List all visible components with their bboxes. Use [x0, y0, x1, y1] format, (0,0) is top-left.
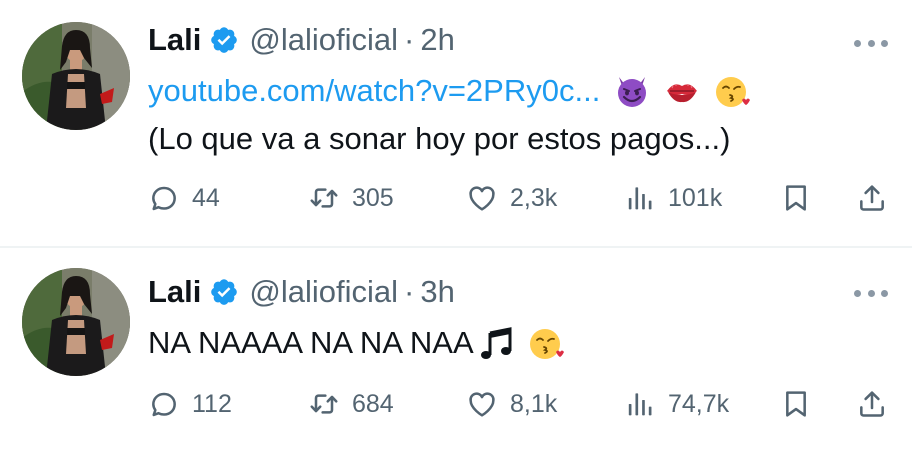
repost-icon: [308, 388, 340, 420]
heart-icon: [466, 388, 498, 420]
share-button[interactable]: [856, 178, 888, 218]
bookmark-icon: [780, 182, 812, 214]
author-handle[interactable]: @lalioficial: [249, 22, 398, 58]
view-count: 74,7k: [668, 389, 730, 418]
verified-badge-icon: [209, 277, 239, 307]
like-button[interactable]: 2,3k: [466, 178, 557, 218]
share-icon: [856, 182, 888, 214]
share-icon: [856, 388, 888, 420]
tweet-header: Lali @lalioficial · 2h: [148, 20, 455, 60]
reply-icon: [148, 388, 180, 420]
tweet-text-line: NA NAAAA NA NA NAA: [148, 322, 564, 364]
views-button[interactable]: 74,7k: [624, 384, 729, 424]
more-options-icon[interactable]: [854, 38, 888, 48]
kiss-mark-emoji: [664, 73, 700, 109]
reply-count: 44: [192, 183, 220, 212]
tweet-link-line: youtube.com/watch?v=2PRy0c...: [148, 70, 750, 112]
author-name[interactable]: Lali: [148, 22, 201, 58]
view-count: 101k: [668, 183, 723, 212]
timestamp[interactable]: 3h: [420, 274, 454, 310]
bookmark-icon: [780, 388, 812, 420]
reply-count: 112: [192, 389, 232, 418]
tweet-actions: 112 684 8,1k 74,7k: [148, 384, 888, 424]
author-handle[interactable]: @lalioficial: [249, 274, 398, 310]
repost-icon: [308, 182, 340, 214]
author-name[interactable]: Lali: [148, 274, 201, 310]
face-blowing-kiss-emoji: [528, 325, 564, 361]
bookmark-button[interactable]: [780, 384, 812, 424]
reply-button[interactable]: 44: [148, 178, 220, 218]
youtube-link[interactable]: youtube.com/watch?v=2PRy0c...: [148, 73, 600, 109]
tweet-text: NA NAAAA NA NA NAA: [148, 325, 474, 360]
timestamp[interactable]: 2h: [420, 22, 454, 58]
verified-badge-icon: [209, 25, 239, 55]
tweet-actions: 44 305 2,3k 101k: [148, 178, 888, 218]
more-options-icon[interactable]: [854, 288, 888, 298]
repost-button[interactable]: 684: [308, 384, 394, 424]
tweet-header: Lali @lalioficial · 3h: [148, 272, 455, 312]
reply-icon: [148, 182, 180, 214]
views-chart-icon: [624, 388, 656, 420]
heart-icon: [466, 182, 498, 214]
share-button[interactable]: [856, 384, 888, 424]
musical-notes-emoji: [478, 325, 514, 361]
like-count: 2,3k: [510, 183, 558, 212]
separator-dot: ·: [404, 22, 415, 57]
bookmark-button[interactable]: [780, 178, 812, 218]
repost-count: 684: [352, 389, 394, 418]
views-chart-icon: [624, 182, 656, 214]
repost-count: 305: [352, 183, 394, 212]
like-count: 8,1k: [510, 389, 558, 418]
avatar[interactable]: [22, 22, 130, 130]
smiling-devil-emoji: [614, 73, 650, 109]
face-blowing-kiss-emoji: [714, 73, 750, 109]
tweet-text: (Lo que va a sonar hoy por estos pagos..…: [148, 121, 731, 156]
avatar[interactable]: [22, 268, 130, 376]
reply-button[interactable]: 112: [148, 384, 232, 424]
repost-button[interactable]: 305: [308, 178, 394, 218]
like-button[interactable]: 8,1k: [466, 384, 557, 424]
separator-dot: ·: [404, 274, 415, 309]
tweet[interactable]: Lali @lalioficial · 3h NA NAAAA NA NA NA…: [0, 248, 912, 454]
tweet[interactable]: Lali @lalioficial · 2h youtube.com/watch…: [0, 0, 912, 246]
views-button[interactable]: 101k: [624, 178, 722, 218]
